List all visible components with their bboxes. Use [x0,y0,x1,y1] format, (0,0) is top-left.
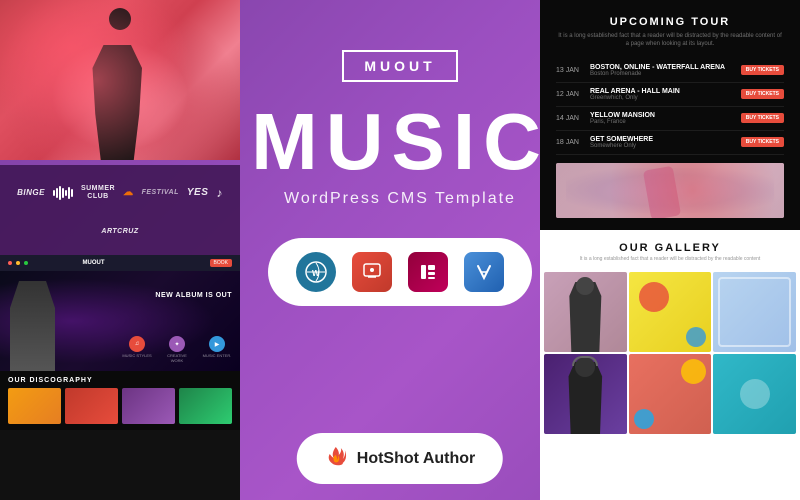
hotshot-label: HotShot Author [357,450,475,468]
tour-info-1: BOSTON, ONLINE - WATERFALL ARENA Boston … [584,64,741,77]
center-content: MUOUT MUSIC WordPress CMS Template W [240,50,560,326]
tour-date-4: 18 JAN [556,139,584,146]
tour-btn-3[interactable]: BUY TICKETS [741,113,784,123]
logo-bar: BINGE SummerClub ☁ Festival Yes ♪ ArtCru… [0,165,240,255]
dot-red [8,261,12,265]
theme-feature-icons: ♫ MUSIC STYLES ✦ CREATIVE WORK ▶ MUSIC E… [122,336,232,363]
smoke-image [566,168,774,213]
gallery-subtitle: It is a long established fact that a rea… [554,256,786,262]
tour-subtitle: It is a long established fact that a rea… [556,32,784,49]
disc-2 [65,388,118,424]
logo-binge: BINGE [17,188,45,197]
gallery-cell-2 [629,272,712,352]
tour-info-3: YELLOW MANSION Paris, France [584,112,741,125]
logo-yes: Yes [187,187,209,198]
logo-note: ♪ [216,186,223,200]
theme-icon-media: ▶ MUSIC ENTER. [202,336,232,363]
tour-title: UPCOMING TOUR [556,16,784,28]
gallery-grid [540,268,800,438]
subtitle: WordPress CMS Template [284,190,516,208]
theme-discography: OUR DISCOGRAPHY [0,371,240,430]
gallery-title: OUR GALLERY [554,242,786,254]
plugin-icons-row: W [268,238,532,306]
disc-row [8,388,232,424]
tour-btn-1[interactable]: BUY TICKETS [741,65,784,75]
gallery-cell-1 [544,272,627,352]
gallery-cell-4 [544,354,627,434]
theme-hero: NEW ALBUM IS OUT ♫ MUSIC STYLES ✦ CREATI… [0,271,240,371]
gallery-header: OUR GALLERY It is a long established fac… [540,230,800,268]
disc-title: OUR DISCOGRAPHY [8,377,232,384]
gallery-cell-5 [629,354,712,434]
theme-btn[interactable]: BOOK [210,259,232,267]
elementor-icon [408,252,448,292]
dot-green [24,261,28,265]
flame-icon [325,445,347,472]
tour-image [556,163,784,218]
theme-nav: MUOUT BOOK [0,255,240,271]
gallery-cell-3 [713,272,796,352]
tour-row-3: 14 JAN YELLOW MANSION Paris, France BUY … [556,107,784,131]
tour-info-2: REAL ARENA - HALL MAIN Greenwhich, Only [584,88,741,101]
tour-date-2: 12 JAN [556,91,584,98]
quform-icon [352,252,392,292]
tour-location-4: Somewhere Only [590,143,735,149]
tour-row-4: 18 JAN GET SOMEWHERE Somewhere Only BUY … [556,131,784,155]
theme-icon-design: ✦ CREATIVE WORK [162,336,192,363]
tour-location-1: Boston Promenade [590,71,735,77]
theme-preview: MUOUT BOOK NEW ALBUM IS OUT ♫ MUSIC STYL… [0,255,240,500]
tour-venue-2: REAL ARENA - HALL MAIN [590,88,735,95]
hotshot-badge: HotShot Author [297,433,503,484]
theme-hero-title: NEW ALBUM IS OUT [155,291,232,300]
disc-1 [8,388,61,424]
logo-artcruz: ArtCruz [101,228,138,235]
tour-venue-3: YELLOW MANSION [590,112,735,119]
tour-btn-4[interactable]: BUY TICKETS [741,137,784,147]
tour-date-1: 13 JAN [556,67,584,74]
dot-yellow [16,261,20,265]
theme-icon-music: ♫ MUSIC STYLES [122,336,152,363]
tour-row-1: 13 JAN BOSTON, ONLINE - WATERFALL ARENA … [556,59,784,83]
main-title: MUSIC [251,102,549,182]
logo-summer: SummerClub [81,185,115,202]
wordpress-icon: W [296,252,336,292]
gallery-panel: OUR GALLERY It is a long established fac… [540,230,800,500]
tour-venue-1: BOSTON, ONLINE - WATERFALL ARENA [590,64,735,71]
theme-person [10,281,55,371]
upcoming-tour-panel: UPCOMING TOUR It is a long established f… [540,0,800,230]
svg-text:W: W [312,269,320,278]
disc-4 [179,388,232,424]
disc-3 [122,388,175,424]
tour-location-2: Greenwhich, Only [590,95,735,101]
logo-festival: Festival [142,189,179,196]
tour-btn-2[interactable]: BUY TICKETS [741,89,784,99]
theme-logo: MUOUT [83,260,105,266]
logo-soundcloud: ☁ [123,187,134,198]
tour-row-2: 12 JAN REAL ARENA - HALL MAIN Greenwhich… [556,83,784,107]
tour-location-3: Paris, France [590,119,735,125]
tour-venue-4: GET SOMEWHERE [590,136,735,143]
gallery-cell-6 [713,354,796,434]
hero-image [0,0,240,160]
tour-info-4: GET SOMEWHERE Somewhere Only [584,136,741,149]
logo-waveform [53,186,73,200]
muout-badge: MUOUT [342,50,457,82]
tour-date-3: 14 JAN [556,115,584,122]
uf-icon [464,252,504,292]
